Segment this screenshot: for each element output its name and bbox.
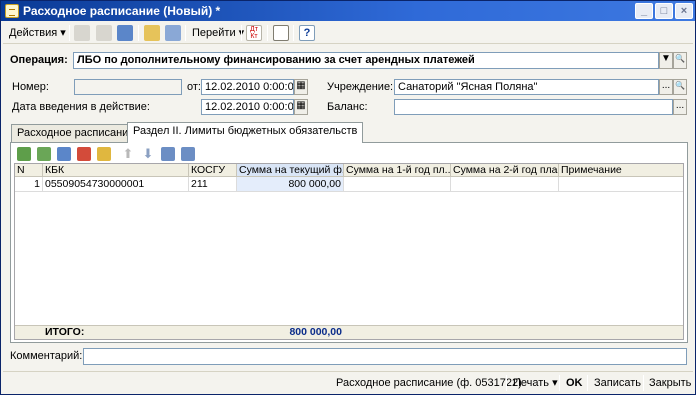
cell-n[interactable]: 1	[15, 177, 43, 192]
bottom-bar: Расходное расписание (ф. 0531722) Печать…	[3, 371, 693, 393]
cell-sum-year2[interactable]	[451, 177, 559, 192]
cell-kosgu[interactable]: 211	[189, 177, 237, 192]
cell-kbk[interactable]: 05509054730000001	[43, 177, 189, 192]
window-title: Расходное расписание (Новый) *	[23, 4, 221, 18]
search-icon: 🔍	[675, 81, 685, 90]
print-form-button[interactable]: Расходное расписание (ф. 0531722)	[336, 375, 522, 391]
minimize-button[interactable]: _	[635, 3, 653, 19]
bar-separator	[587, 375, 588, 391]
fill-icon[interactable]	[97, 147, 111, 161]
sort-ascending-icon[interactable]	[161, 147, 175, 161]
search-button[interactable]: 🔍	[673, 52, 687, 69]
toolbar-separator	[138, 25, 139, 41]
institution-label: Учреждение:	[327, 81, 394, 93]
operation-select[interactable]: ЛБО по дополнительному финансированию за…	[73, 52, 659, 69]
balance-field[interactable]	[394, 99, 673, 115]
delete-row-icon[interactable]	[77, 147, 91, 161]
totals-row: ИТОГО: 800 000,00	[15, 325, 683, 339]
refresh-icon[interactable]	[117, 25, 133, 41]
operation-label: Операция:	[10, 54, 68, 66]
move-down-icon[interactable]: ⬇	[141, 147, 155, 161]
total-sum-current: 800 000,00	[289, 326, 342, 338]
cell-note[interactable]	[559, 177, 683, 192]
comment-label: Комментарий:	[10, 350, 83, 362]
move-up-icon[interactable]: ⬆	[121, 147, 135, 161]
title-bar[interactable]: Расходное расписание (Новый) * _ □ ×	[1, 1, 695, 21]
print-menu-button[interactable]: Печать ▾	[513, 375, 558, 391]
post-document-icon[interactable]	[144, 25, 160, 41]
effective-date-field[interactable]: 12.02.2010 0:00:00	[201, 99, 294, 115]
document-window: Расходное расписание (Новый) * _ □ × Дей…	[0, 0, 696, 395]
goto-label: Перейти	[192, 27, 236, 39]
column-header-sum-current[interactable]: Сумма на текущий ф...	[237, 164, 344, 177]
column-header-kbk[interactable]: КБК	[43, 164, 189, 177]
number-label: Номер:	[12, 81, 49, 93]
toolbar-separator	[293, 25, 294, 41]
toolbar-separator	[69, 25, 70, 41]
column-header-kosgu[interactable]: КОСГУ	[189, 164, 237, 177]
print-label: Печать	[513, 377, 550, 389]
goto-menu-button[interactable]: Перейти ▾	[189, 25, 247, 41]
tab-expense-schedule[interactable]: Расходное расписание	[11, 124, 141, 142]
list-icon[interactable]	[273, 25, 289, 41]
effective-date-label: Дата введения в действие:	[12, 101, 150, 113]
grid-toolbar: ⬆ ⬇	[15, 145, 275, 163]
ok-button[interactable]: OK	[566, 375, 583, 391]
number-field[interactable]	[74, 79, 182, 95]
date-field[interactable]: 12.02.2010 0:00:00	[201, 79, 294, 95]
help-icon[interactable]: ?	[299, 25, 315, 41]
search-icon: 🔍	[675, 54, 685, 63]
tab-budget-limits[interactable]: Раздел II. Лимиты бюджетных обязательств	[127, 122, 364, 143]
tab-panel: ⬆ ⬇ N КБК КОСГУ Сумма на текущий ф... Су…	[10, 142, 688, 343]
save-button[interactable]: Записать	[594, 375, 641, 391]
chevron-down-icon: ▾	[60, 27, 66, 39]
column-header-sum-year2[interactable]: Сумма на 2-й год пла...	[451, 164, 559, 177]
institution-select-button[interactable]: ...	[659, 79, 673, 95]
sort-descending-icon[interactable]	[181, 147, 195, 161]
actions-label: Действия	[9, 27, 58, 39]
back-icon[interactable]	[74, 25, 90, 41]
copy-icon[interactable]	[96, 25, 112, 41]
close-button[interactable]: Закрыть	[649, 375, 691, 391]
cell-sum-current[interactable]: 800 000,00	[237, 177, 344, 192]
bar-separator	[559, 375, 560, 391]
balance-select-button[interactable]: ...	[673, 99, 687, 115]
comment-field[interactable]	[83, 348, 687, 365]
edit-row-icon[interactable]	[57, 147, 71, 161]
dropdown-button[interactable]: ▼	[659, 52, 673, 69]
chevron-down-icon: ▾	[552, 377, 558, 389]
calendar-button[interactable]: ▦	[294, 79, 308, 95]
calendar-icon: ▦	[296, 100, 306, 111]
column-header-note[interactable]: Примечание	[559, 164, 683, 177]
toolbar-separator	[267, 25, 268, 41]
column-header-sum-year1[interactable]: Сумма на 1-й год пл...	[344, 164, 451, 177]
column-header-n[interactable]: N	[15, 164, 43, 177]
dt-kt-icon[interactable]: Дт Кт	[246, 25, 262, 41]
toolbar-separator	[185, 25, 186, 41]
toolbar-separator	[241, 25, 242, 41]
maximize-button[interactable]: □	[655, 3, 673, 19]
bar-separator	[643, 375, 644, 391]
toolbar: Действия ▾ Перейти ▾ Дт Кт ?	[3, 22, 693, 44]
save-icon[interactable]	[165, 25, 181, 41]
close-window-button[interactable]: ×	[675, 3, 693, 19]
total-label: ИТОГО:	[45, 326, 85, 338]
cell-sum-year1[interactable]	[344, 177, 451, 192]
date-from-label: от:	[187, 81, 201, 93]
institution-field[interactable]: Санаторий "Ясная Поляна"	[394, 79, 659, 95]
chevron-down-icon: ▼	[661, 53, 671, 64]
document-icon	[5, 4, 19, 18]
copy-row-icon[interactable]	[37, 147, 51, 161]
lbo-table[interactable]: N КБК КОСГУ Сумма на текущий ф... Сумма …	[14, 163, 684, 340]
balance-label: Баланс:	[327, 101, 368, 113]
institution-search-button[interactable]: 🔍	[673, 79, 687, 95]
calendar-icon: ▦	[296, 80, 306, 91]
calendar-button[interactable]: ▦	[294, 99, 308, 115]
bar-separator	[506, 375, 507, 391]
actions-menu-button[interactable]: Действия ▾	[6, 25, 69, 41]
add-row-icon[interactable]	[17, 147, 31, 161]
